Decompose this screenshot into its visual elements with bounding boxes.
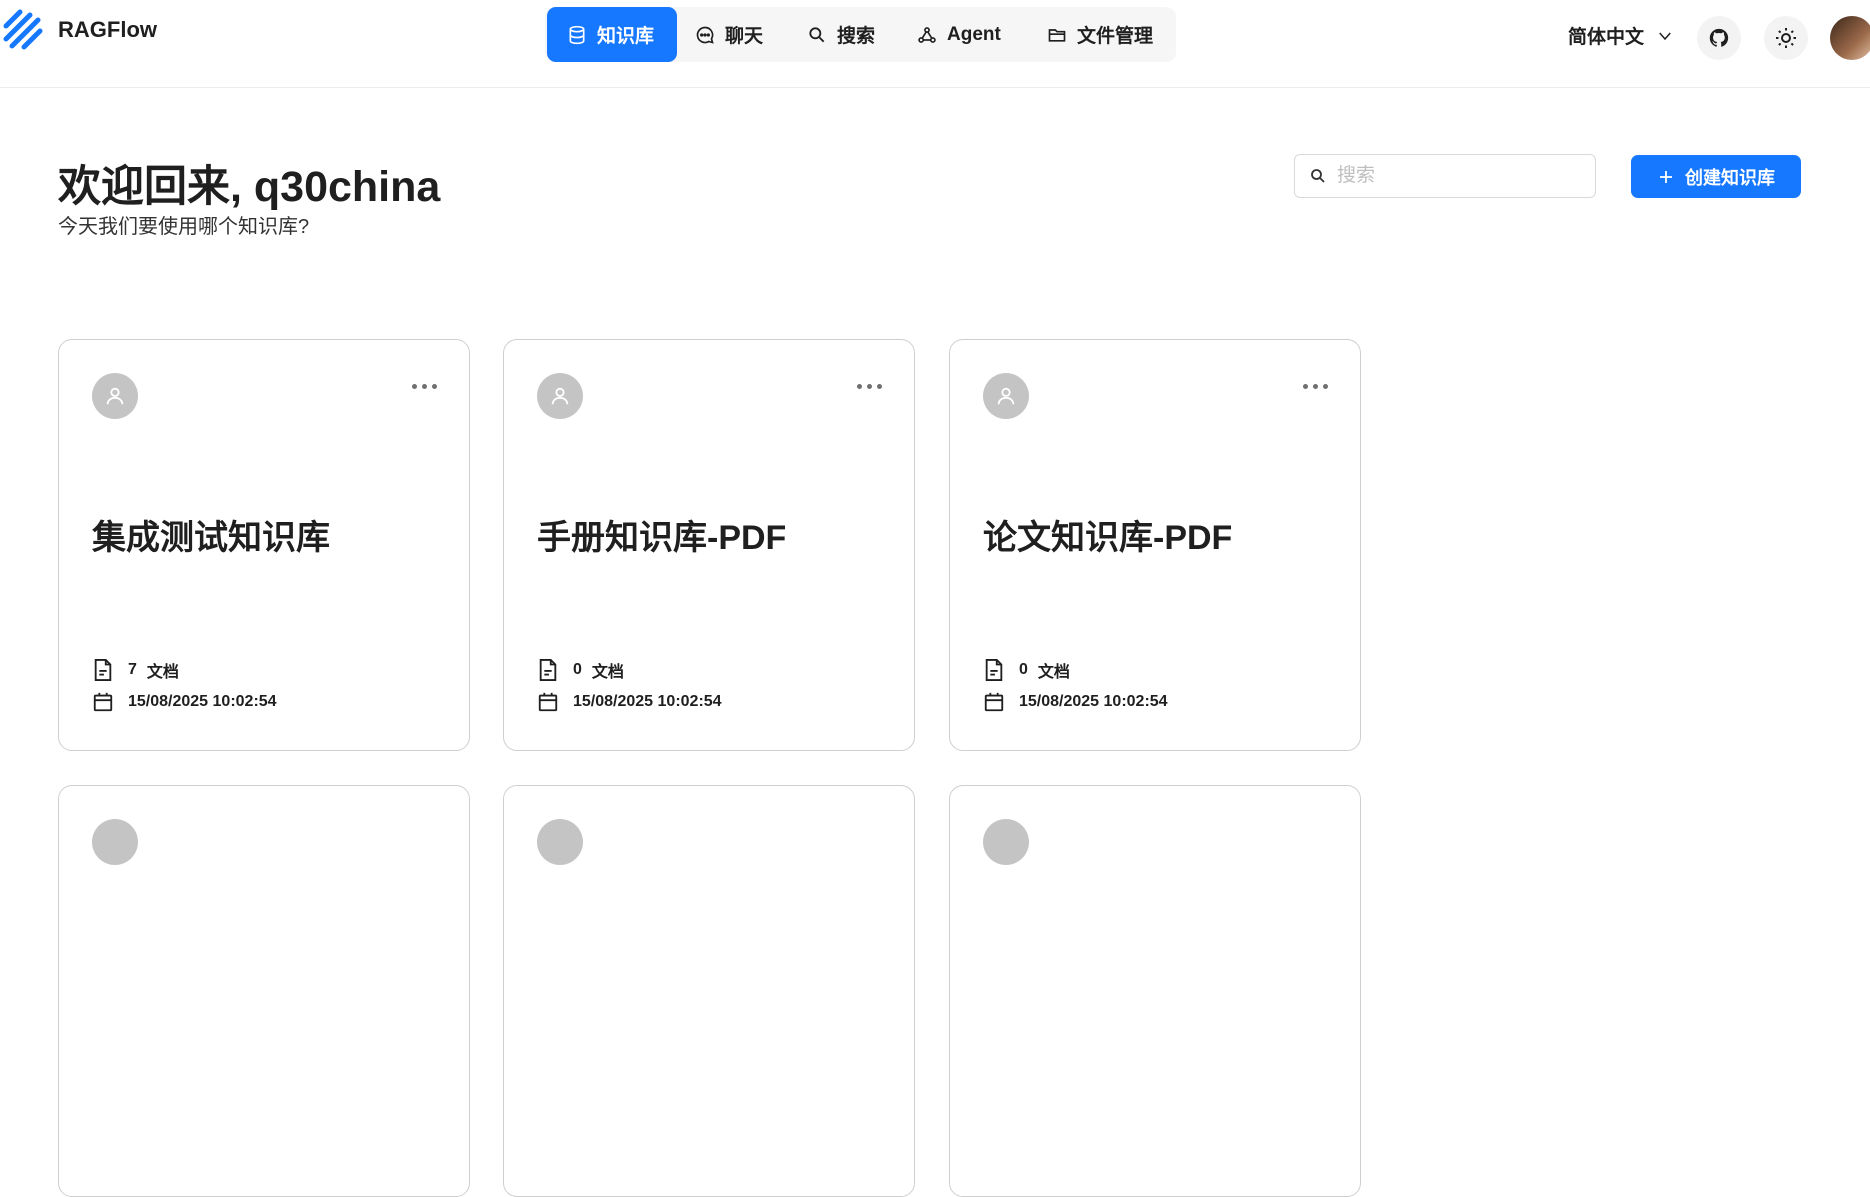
folder-icon: [1048, 28, 1066, 42]
document-icon: [985, 659, 1003, 681]
nav-search[interactable]: 搜索: [807, 7, 875, 62]
theme-toggle-button[interactable]: [1764, 16, 1808, 60]
kb-avatar: [983, 373, 1029, 419]
github-button[interactable]: [1697, 16, 1741, 60]
ragflow-logo-icon[interactable]: [0, 6, 46, 54]
doc-count-value: 0: [1019, 661, 1028, 678]
nav-chat[interactable]: 聊天: [695, 7, 763, 62]
date-value: 15/08/2025 10:02:54: [573, 693, 722, 710]
language-selector[interactable]: 简体中文: [1568, 22, 1674, 49]
nav-label: 搜索: [837, 26, 876, 47]
kb-doc-count: 7 文档: [92, 658, 179, 682]
knowledge-base-card[interactable]: [949, 785, 1361, 1197]
nav-label: 文件管理: [1077, 26, 1154, 47]
kb-avatar: [537, 373, 583, 419]
kb-avatar: [92, 819, 138, 865]
knowledge-base-card[interactable]: 集成测试知识库 7 文档 15/08/2025 10:02:54: [58, 339, 470, 751]
doc-count-value: 7: [128, 661, 137, 678]
knowledge-base-card[interactable]: 手册知识库-PDF 0 文档 15/08/2025 10:02:54: [503, 339, 915, 751]
language-label: 简体中文: [1568, 27, 1645, 48]
brand-name[interactable]: RAGFlow: [58, 17, 157, 43]
date-value: 15/08/2025 10:02:54: [128, 693, 277, 710]
sun-icon: [1776, 28, 1796, 48]
kb-name: 集成测试知识库: [92, 519, 330, 557]
nav-label: Agent: [947, 23, 1001, 45]
top-bar: RAGFlow 知识库 聊天 搜索 Agent 文件管理 简体中文: [0, 0, 1870, 88]
agent-icon: [918, 26, 936, 43]
kb-date: 15/08/2025 10:02:54: [537, 691, 722, 713]
more-options-icon[interactable]: [857, 384, 882, 389]
nav-knowledge-base[interactable]: 知识库: [547, 7, 677, 62]
page-subtitle: 今天我们要使用哪个知识库?: [58, 216, 310, 238]
document-icon: [539, 659, 557, 681]
doc-count-unit: 文档: [146, 664, 179, 681]
search-icon: [809, 26, 825, 42]
nav-file-management[interactable]: 文件管理: [1047, 7, 1153, 62]
github-icon: [1709, 28, 1729, 47]
calendar-icon: [93, 692, 113, 712]
kb-avatar: [537, 819, 583, 865]
page-title: 欢迎回来, q30china: [58, 163, 441, 211]
more-options-icon[interactable]: [412, 384, 437, 389]
knowledge-base-card[interactable]: [503, 785, 915, 1197]
kb-name: 论文知识库-PDF: [983, 519, 1233, 557]
kb-avatar: [983, 819, 1029, 865]
plus-icon: [1660, 170, 1672, 183]
database-icon: [569, 25, 585, 44]
calendar-icon: [984, 692, 1004, 712]
kb-date: 15/08/2025 10:02:54: [983, 691, 1168, 713]
kb-name: 手册知识库-PDF: [537, 519, 787, 557]
kb-doc-count: 0 文档: [537, 658, 624, 682]
user-icon: [551, 387, 569, 405]
knowledge-base-card[interactable]: 论文知识库-PDF 0 文档 15/08/2025 10:02:54: [949, 339, 1361, 751]
create-button-label: 创建知识库: [1685, 167, 1775, 188]
document-icon: [94, 659, 112, 681]
user-icon: [997, 387, 1015, 405]
calendar-icon: [538, 692, 558, 712]
main-nav: 知识库 聊天 搜索 Agent 文件管理: [545, 7, 1176, 62]
user-avatar[interactable]: [1830, 16, 1870, 60]
create-knowledge-base-button[interactable]: 创建知识库: [1631, 155, 1801, 198]
more-options-icon[interactable]: [1303, 384, 1328, 389]
search-icon: [1311, 169, 1325, 183]
search-box[interactable]: [1294, 154, 1596, 198]
search-input[interactable]: [1335, 164, 1579, 188]
nav-agent[interactable]: Agent: [917, 7, 1001, 62]
nav-label: 知识库: [597, 26, 655, 47]
doc-count-unit: 文档: [1037, 664, 1070, 681]
kb-date: 15/08/2025 10:02:54: [92, 691, 277, 713]
doc-count-unit: 文档: [591, 664, 624, 681]
kb-doc-count: 0 文档: [983, 658, 1070, 682]
user-icon: [106, 387, 124, 405]
date-value: 15/08/2025 10:02:54: [1019, 693, 1168, 710]
nav-label: 聊天: [725, 26, 764, 47]
doc-count-value: 0: [573, 661, 582, 678]
knowledge-base-card[interactable]: [58, 785, 470, 1197]
kb-avatar: [92, 373, 138, 419]
chat-icon: [696, 26, 714, 44]
chevron-down-icon: [1659, 32, 1671, 40]
